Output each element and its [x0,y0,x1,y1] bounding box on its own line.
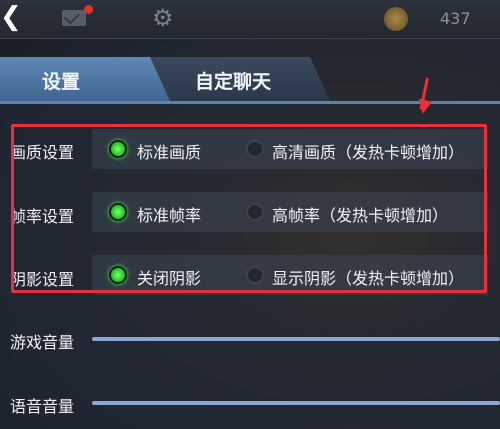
gear-icon[interactable]: ⚙ [152,4,174,32]
tab-settings-label: 设置 [42,71,81,93]
tab-custom-chat-label: 自定聊天 [195,71,272,93]
back-icon[interactable]: ❮ [0,2,22,32]
highlight-box [11,124,487,293]
coin-value: 437 [440,9,471,28]
annotation-arrow-head [415,98,433,116]
notification-dot [84,5,93,14]
voice-volume-slider[interactable] [92,401,500,405]
game-volume-label: 游戏音量 [10,333,75,352]
game-volume-slider[interactable] [92,337,500,341]
coin-icon [384,7,408,31]
voice-volume-label: 语音音量 [10,397,75,416]
mail-icon[interactable] [62,10,86,26]
top-bar: ❮ ⚙ 437 [0,0,500,39]
tab-custom-chat[interactable]: 自定聊天 [140,57,330,101]
tab-settings[interactable]: 设置 [0,57,170,101]
